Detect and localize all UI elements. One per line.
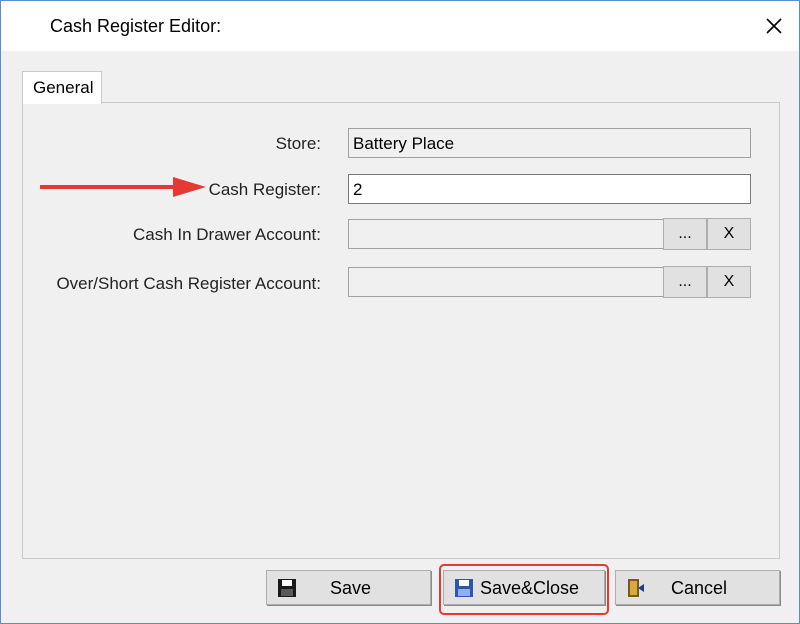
- cash-in-drawer-browse-button[interactable]: ...: [663, 218, 707, 250]
- window-title: Cash Register Editor:: [50, 16, 222, 36]
- cash-in-drawer-label: Cash In Drawer Account:: [132, 225, 321, 244]
- annotation-arrow: [40, 177, 206, 197]
- cash-register-label: Cash Register:: [208, 180, 321, 199]
- over-short-field[interactable]: [348, 267, 664, 297]
- store-label: Store:: [275, 134, 321, 153]
- store-field: Battery Place: [348, 128, 751, 158]
- general-tab-panel: [22, 102, 780, 559]
- exit-door-icon: [628, 579, 644, 597]
- floppy-disk-icon: [278, 579, 296, 597]
- over-short-label: Over/Short Cash Register Account:: [56, 274, 321, 293]
- cash-in-drawer-field[interactable]: [348, 219, 664, 249]
- tab-general[interactable]: General: [22, 71, 102, 104]
- save-button-label: Save: [330, 578, 372, 598]
- tab-general-label: General: [33, 78, 94, 97]
- cash-register-editor-window: Cash Register Editor: General Store: Bat…: [0, 0, 800, 624]
- close-icon: [766, 18, 782, 34]
- cash-in-drawer-clear-button[interactable]: X: [707, 218, 751, 250]
- cancel-button-label: Cancel: [671, 578, 728, 598]
- over-short-clear-button[interactable]: X: [707, 266, 751, 298]
- close-button[interactable]: [759, 11, 789, 41]
- cancel-button[interactable]: Cancel: [615, 570, 780, 605]
- save-close-highlight: [439, 564, 609, 615]
- title-bar: Cash Register Editor:: [1, 1, 799, 51]
- save-button[interactable]: Save: [266, 570, 431, 605]
- over-short-browse-button[interactable]: ...: [663, 266, 707, 298]
- cash-register-input[interactable]: 2: [348, 174, 751, 204]
